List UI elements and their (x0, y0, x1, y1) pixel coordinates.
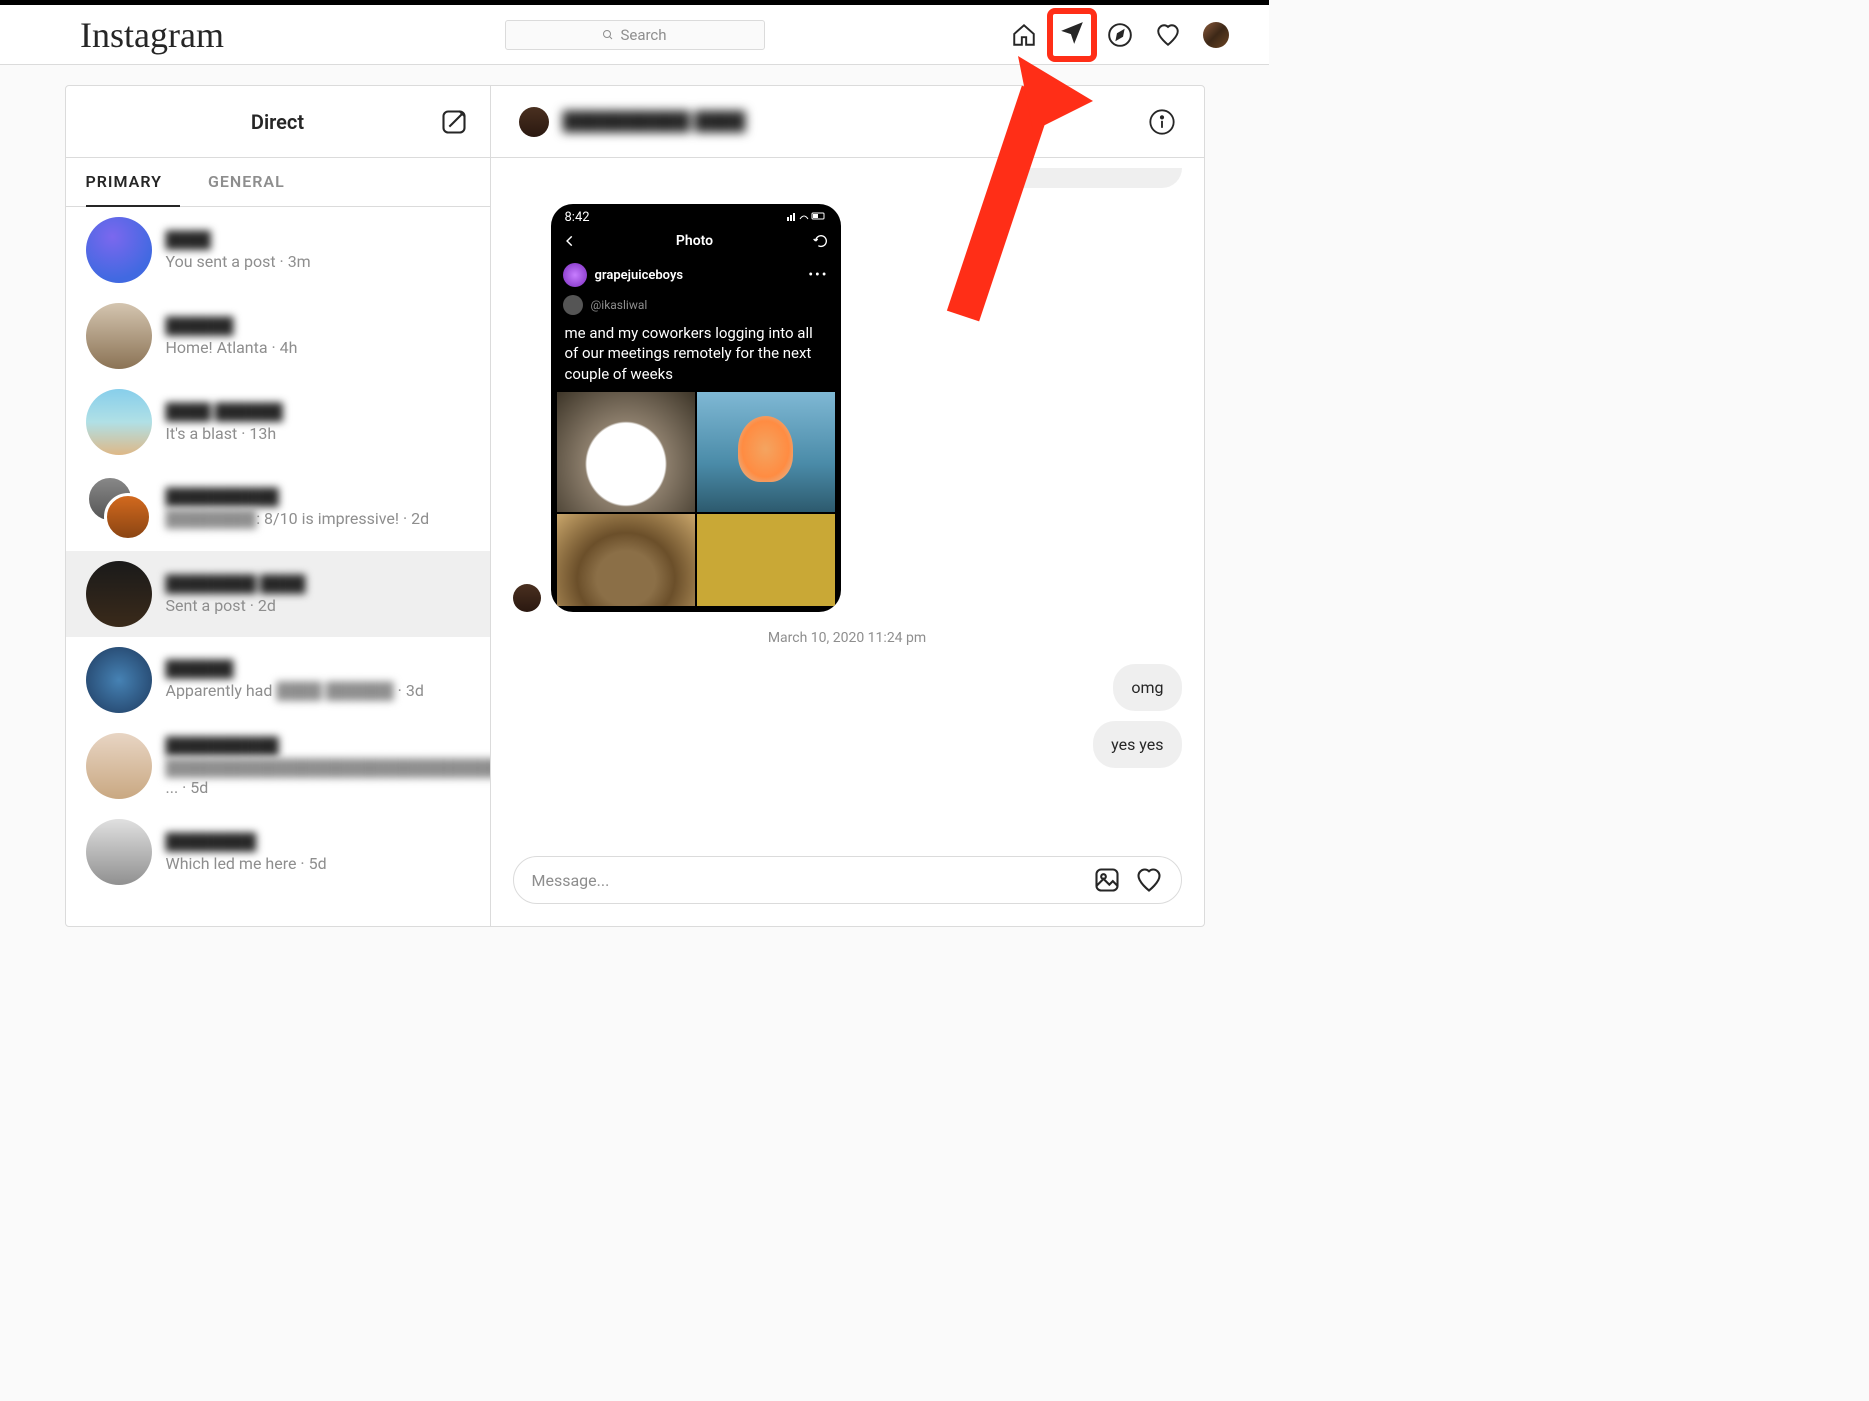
avatar (86, 733, 152, 799)
nav-icons (1011, 20, 1229, 50)
meme-cell (557, 392, 695, 512)
heart-icon[interactable] (1155, 22, 1181, 48)
more-icon: ••• (808, 267, 828, 283)
conversation-text: ████ ██████ It's a blast · 13h (166, 402, 470, 443)
tab-general[interactable]: GENERAL (208, 158, 303, 206)
search-icon (602, 29, 614, 41)
avatar (86, 819, 152, 885)
chat-body: 8:42 Photo grapejuiceboys ••• (491, 158, 1204, 838)
tweet-author: @ikasliwal (551, 293, 841, 319)
chat-header-avatar[interactable] (519, 107, 549, 137)
message-input-row: Message... (491, 838, 1204, 926)
sent-message: omg (1113, 664, 1181, 711)
conversation-text: ██████ Apparently had ████ ██████ · 3d (166, 659, 470, 701)
meme-cell (697, 514, 835, 606)
direct-messages-icon[interactable] (1059, 20, 1085, 46)
conversation-name: ████████ ████ (166, 574, 470, 594)
search-placeholder: Search (620, 26, 666, 44)
inbox-tabs: PRIMARY GENERAL (66, 158, 490, 207)
message-bubble-partial (1002, 168, 1182, 188)
post-author-avatar (563, 263, 587, 287)
meme-cell (557, 514, 695, 606)
instagram-logo[interactable]: Instagram (80, 14, 224, 56)
avatar (86, 389, 152, 455)
conversation-preview: Which led me here · 5d (166, 854, 470, 873)
conversation-text: ████ You sent a post · 3m (166, 230, 470, 271)
home-icon[interactable] (1011, 22, 1037, 48)
message-input[interactable]: Message... (513, 856, 1182, 904)
conversation-item[interactable]: ████ You sent a post · 3m (66, 207, 490, 293)
chat-header-name: ██████████ ████ (563, 111, 746, 132)
direct-title: Direct (251, 110, 304, 134)
conversation-text: ████████ Which led me here · 5d (166, 832, 470, 873)
conversation-preview: ████████: 8/10 is impressive! · 2d (166, 509, 470, 529)
conversation-name: ████ ██████ (166, 402, 470, 422)
direct-container: Direct PRIMARY GENERAL ████ You sent a p… (65, 85, 1205, 927)
shared-post[interactable]: 8:42 Photo grapejuiceboys ••• (551, 204, 841, 612)
post-author: grapejuiceboys ••• (551, 257, 841, 293)
conversation-name: ████████ (166, 832, 470, 852)
back-icon (563, 234, 577, 248)
tweet-handle: @ikasliwal (591, 298, 648, 312)
conversation-panel: Direct PRIMARY GENERAL ████ You sent a p… (66, 86, 491, 926)
top-navigation: Instagram Search (0, 5, 1269, 65)
conversation-item[interactable]: ██████████ ████████: 8/10 is impressive!… (66, 465, 490, 551)
conversation-item[interactable]: ████ ██████ It's a blast · 13h (66, 379, 490, 465)
info-icon[interactable] (1148, 108, 1176, 136)
explore-icon[interactable] (1107, 22, 1133, 48)
profile-avatar[interactable] (1203, 22, 1229, 48)
chat-timestamp: March 10, 2020 11:24 pm (513, 630, 1182, 646)
message-placeholder: Message... (532, 871, 610, 890)
avatar (86, 303, 152, 369)
direct-header: Direct (66, 86, 490, 158)
highlight-box (1047, 8, 1097, 62)
compose-icon[interactable] (440, 108, 468, 136)
conversation-preview: It's a blast · 13h (166, 424, 470, 443)
phone-title: Photo (676, 233, 713, 249)
conversation-name: ██████████ (166, 487, 470, 507)
phone-status-bar: 8:42 (551, 204, 841, 227)
phone-nav: Photo (551, 227, 841, 257)
tweet-avatar (563, 295, 583, 315)
conversation-preview: Home! Atlanta · 4h (166, 338, 470, 357)
conversation-item[interactable]: ████████ Which led me here · 5d (66, 809, 490, 895)
phone-indicators (787, 210, 827, 225)
conversation-preview: Apparently had ████ ██████ · 3d (166, 681, 470, 701)
conversation-name: ██████ (166, 316, 470, 336)
conversation-preview: ██████████████████████████████... · 5d (166, 758, 490, 797)
chat-panel: ██████████ ████ 8:42 Photo (491, 86, 1204, 926)
message-avatar[interactable] (513, 584, 541, 612)
conversation-item[interactable]: ████████ ████ Sent a post · 2d (66, 551, 490, 637)
sent-message: yes yes (1093, 721, 1181, 768)
conversation-text: ████████ ████ Sent a post · 2d (166, 574, 470, 615)
conversation-text: ██████████ █████████████████████████████… (166, 736, 490, 797)
conversation-item[interactable]: ██████████ █████████████████████████████… (66, 723, 490, 809)
conversation-name: ████ (166, 230, 470, 250)
avatar (86, 561, 152, 627)
chat-header: ██████████ ████ (491, 86, 1204, 158)
tab-primary[interactable]: PRIMARY (86, 158, 180, 207)
meme-image-grid (551, 392, 841, 612)
tweet-text: me and my coworkers logging into all of … (551, 319, 841, 392)
conversation-preview: Sent a post · 2d (166, 596, 470, 615)
post-author-name: grapejuiceboys (595, 268, 684, 283)
avatar-group (86, 475, 152, 541)
avatar (86, 647, 152, 713)
conversation-item[interactable]: ██████ Apparently had ████ ██████ · 3d (66, 637, 490, 723)
heart-icon[interactable] (1135, 866, 1163, 894)
conversation-name: ██████████ (166, 736, 490, 756)
meme-cell (697, 392, 835, 512)
avatar (86, 217, 152, 283)
search-input[interactable]: Search (505, 20, 765, 50)
image-icon[interactable] (1093, 866, 1121, 894)
conversation-item[interactable]: ██████ Home! Atlanta · 4h (66, 293, 490, 379)
conversation-text: ██████████ ████████: 8/10 is impressive!… (166, 487, 470, 529)
conversation-preview: You sent a post · 3m (166, 252, 470, 271)
refresh-icon (813, 233, 829, 249)
phone-time: 8:42 (565, 210, 590, 225)
conversation-list: ████ You sent a post · 3m ██████ Home! A… (66, 207, 490, 926)
conversation-text: ██████ Home! Atlanta · 4h (166, 316, 470, 357)
received-message: 8:42 Photo grapejuiceboys ••• (513, 204, 1182, 612)
conversation-name: ██████ (166, 659, 470, 679)
